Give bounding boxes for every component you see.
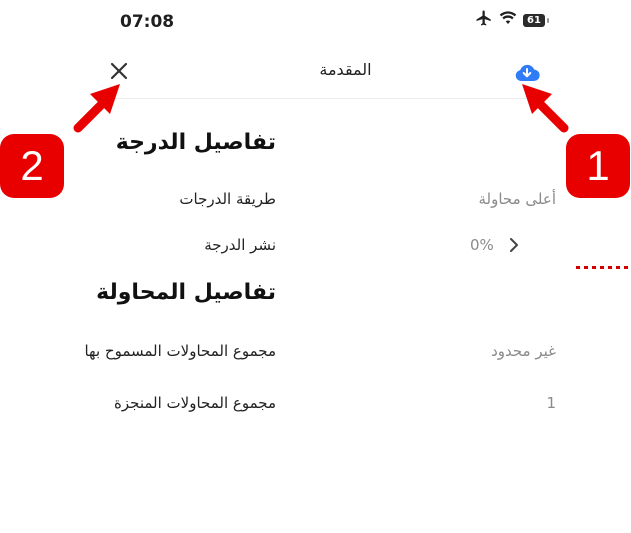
- allowed-attempts-value: غير محدود: [491, 342, 556, 360]
- header-divider: [104, 98, 544, 99]
- annotation-dotted-line: [576, 266, 631, 269]
- grade-details-title: تفاصيل الدرجة: [115, 130, 276, 155]
- allowed-attempts-label: مجموع المحاولات المسموح بها: [84, 342, 276, 360]
- annotation-arrow-2: [73, 84, 120, 133]
- attempt-details-title: تفاصيل المحاولة: [96, 280, 276, 305]
- battery-icon: 61: [523, 13, 549, 27]
- grade-publish-control[interactable]: 0%: [470, 236, 520, 254]
- status-icons: 61: [475, 8, 549, 32]
- wifi-icon: [499, 10, 517, 30]
- completed-attempts-value: 1: [546, 394, 556, 412]
- airplane-icon: [475, 9, 493, 31]
- annotation-badge-2: 2: [0, 134, 64, 198]
- grading-method-value: أعلى محاولة: [478, 190, 557, 208]
- grade-publish-label: نشر الدرجة: [204, 236, 276, 254]
- annotation-arrow-1: [522, 84, 569, 133]
- annotation-badge-1: 1: [566, 134, 630, 198]
- chevron-right-icon: [509, 238, 518, 252]
- grade-publish-value: 0%: [470, 236, 494, 254]
- completed-attempts-label: مجموع المحاولات المنجزة: [114, 394, 276, 412]
- status-time: 07:08: [120, 12, 175, 32]
- page-title: المقدمة: [319, 60, 372, 79]
- grading-method-label: طريقة الدرجات: [179, 190, 276, 208]
